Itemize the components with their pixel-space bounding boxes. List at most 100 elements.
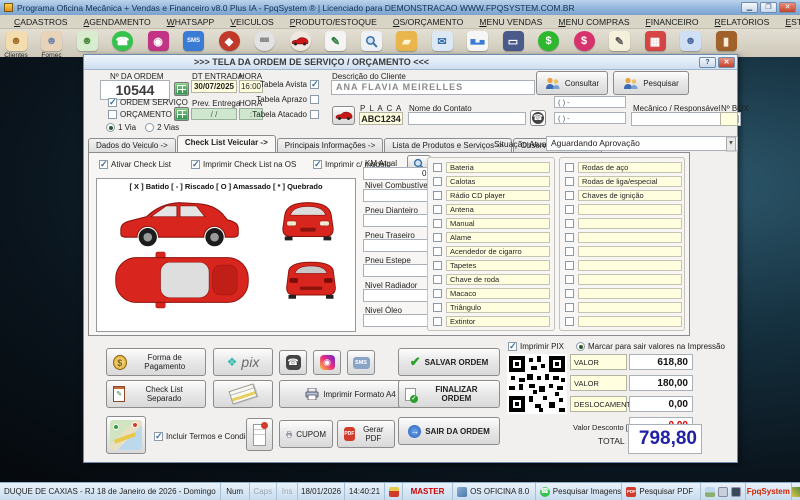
car-side-view[interactable] [113,193,245,249]
car-top-view[interactable] [112,250,252,310]
sms-icon-button[interactable]: SMS [183,31,205,51]
menu-cadastros[interactable]: CADASTROS [6,17,76,27]
close-icon[interactable]: ✕ [718,57,735,68]
calendar-icon-button[interactable]: ▦ [644,31,666,51]
cheque-button[interactable] [213,380,273,408]
money-in-icon-button[interactable]: $ [538,31,560,51]
print-checklist-option[interactable]: Imprimir Check List na OS [191,160,296,169]
search-document-icon-button[interactable] [360,31,382,51]
vehicle-button[interactable] [332,106,355,125]
finalize-order-button[interactable]: ✓ FINALIZAR ORDEM [398,380,500,408]
whatsapp-contact-button[interactable]: ☎ [530,110,546,126]
checklist-col1-item-3[interactable]: Rádio CD player [433,190,550,201]
checklist-col1-item-9[interactable]: Chave de roda [433,274,550,285]
whatsapp-share-button[interactable]: ☎ [279,350,307,375]
cheque-icon-button[interactable]: ✎ [609,31,631,51]
consult-button[interactable]: Consultar [536,71,608,95]
save-order-button[interactable]: ✔ SALVAR ORDEM [398,348,500,376]
checklist-col1-item-7[interactable]: Acendedor de cigarro [433,246,550,257]
tab-2[interactable]: Check List Veicular -> [177,135,276,152]
table-green-icon-2[interactable] [174,107,189,121]
card-icon-button[interactable]: ▭ [502,31,524,51]
employees-icon-button[interactable]: ☻ [76,31,98,51]
service-order-checkbox[interactable] [108,98,117,107]
order-type-quote[interactable]: ORÇAMENTO [108,110,172,119]
price-table-option-1[interactable]: Tabela Avista [267,80,319,89]
menu-relat-rios[interactable]: RELATÓRIOS [707,17,778,27]
checklist-col1-item-12[interactable]: Extintor [433,316,550,327]
mail-icon-button[interactable]: ✉ [431,31,453,51]
restore-button[interactable]: ❐ [760,2,777,13]
checklist-col1-item-2[interactable]: Calotas [433,176,550,187]
checklist-col2-item-3[interactable]: Chaves de ignição [565,190,682,201]
checklist-col2-item-11[interactable] [565,302,682,313]
search-images-button[interactable]: ☎Pesquisar Imagens [536,483,623,500]
menu-financeiro[interactable]: FINANCEIRO [638,17,707,27]
sms-share-button[interactable]: SMS [347,350,375,375]
menu-agendamento[interactable]: AGENDAMENTO [76,17,159,27]
checklist-col1-item-6[interactable]: Alame [433,232,550,243]
checklist-col2-item-9[interactable] [565,274,682,285]
checklist-col2-item-7[interactable] [565,246,682,257]
instagram-share-button[interactable]: ◉ [313,350,341,375]
menu-menu-vendas[interactable]: MENU VENDAS [471,17,550,27]
box-number-field[interactable] [720,112,738,126]
checklist-col2-item-4[interactable] [565,204,682,215]
vehicle-icon-button[interactable] [289,31,311,51]
current-status-select[interactable]: Aguardando Aprovação [546,136,738,151]
checklist-col2-item-1[interactable]: Rodas de aço [565,162,682,173]
order-clipboard-icon-button[interactable]: ✎ [325,31,347,51]
tab-4[interactable]: Lista de Produtos e Serviços -> [384,138,511,152]
folder-icon-button[interactable]: ▰ [396,31,418,51]
map-button[interactable] [106,416,146,454]
print-pix-option[interactable]: Imprimir PIX [508,342,564,351]
menu-veiculos[interactable]: VEICULOS [222,17,281,27]
checklist-col1-item-1[interactable]: Bateria [433,162,550,173]
checklist-col1-item-8[interactable]: Tapetes [433,260,550,271]
tab-3[interactable]: Principais Informações -> [277,138,383,152]
table-green-icon[interactable] [174,82,189,96]
whatsapp-icon-button[interactable]: ☎ [112,31,134,51]
search-client-button[interactable]: Pesquisar [613,71,689,95]
checklist-col2-item-6[interactable] [565,232,682,243]
show-values-option[interactable]: Marcar para sair valores na Impressão [576,342,725,351]
contact-name-field[interactable] [408,112,526,125]
price-table-option-2[interactable]: Tabela Aprazo [267,95,319,104]
car-rear-view[interactable] [281,254,341,306]
checklist-col1-item-10[interactable]: Macaco [433,288,550,299]
checklist-col2-item-5[interactable] [565,218,682,229]
menu-whatsapp[interactable]: WHATSAPP [159,17,223,27]
phone1-field[interactable]: ( ) - [554,96,626,108]
activate-checklist-option[interactable]: Ativar Check List [99,160,171,169]
exit-order-button[interactable]: → SAIR DA ORDEM [398,417,500,445]
checklist-col2-item-2[interactable]: Rodas de liga/especial [565,176,682,187]
delivery-forecast-field[interactable]: / / [191,108,237,120]
entry-date-field[interactable]: 30/07/2025 [191,80,237,93]
copies-radios[interactable]: 1 Via 2 Vias [106,123,179,132]
status-tools[interactable] [701,483,745,500]
quote-checkbox[interactable] [108,110,117,119]
menu-os-or-amento[interactable]: OS/ORÇAMENTO [385,17,472,27]
price-table-option-3[interactable]: Tabela Atacado [267,110,319,119]
clients-icon-button[interactable]: ☻Clientes [5,31,27,59]
checklist-col2-item-8[interactable] [565,260,682,271]
search-pdf-button[interactable]: PDFPesquisar PDF [622,483,701,500]
instagram-icon-button[interactable]: ◉ [147,31,169,51]
menu-produto-estoque[interactable]: PRODUTO/ESTOQUE [282,17,385,27]
checklist-col1-item-4[interactable]: Antena [433,204,550,215]
sales-bag-icon-button[interactable]: ◆ [218,31,240,51]
separate-checklist-button[interactable]: ✎ Check List Separado [106,380,206,408]
tab-1[interactable]: Dados do Veiculo -> [88,138,176,152]
client-field[interactable]: ANA FLAVIA MEIRELLES [331,80,535,95]
money-out-icon-button[interactable]: $ [573,31,595,51]
order-type-service[interactable]: ORDEM SERVIÇO [108,98,188,107]
plate-field[interactable]: ABC1234 [359,112,403,125]
phone2-field[interactable]: ( ) - [554,112,626,124]
receipt-button[interactable] [246,418,273,451]
help-icon[interactable]: ? [699,57,716,68]
menu-menu-compras[interactable]: MENU COMPRAS [550,17,637,27]
chart-icon-button[interactable]: ▆▂▅ [467,31,489,51]
two-copies-radio[interactable] [145,123,154,132]
coupon-button[interactable]: CUPOM [279,420,333,448]
checklist-col1-item-5[interactable]: Manual [433,218,550,229]
